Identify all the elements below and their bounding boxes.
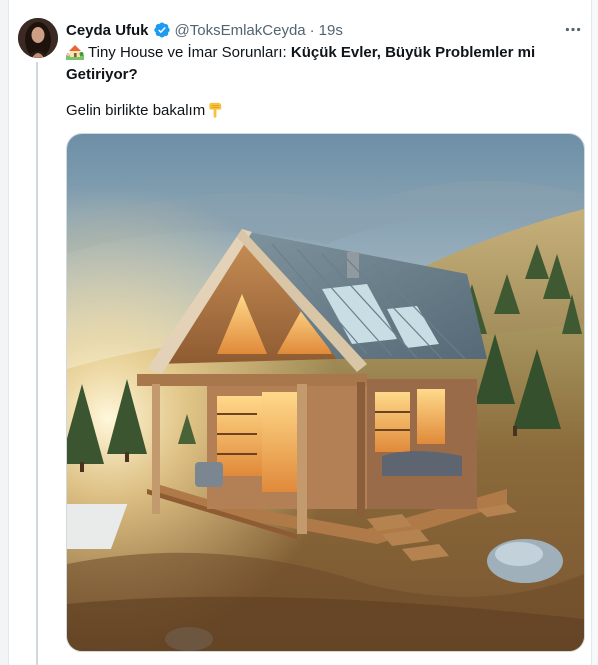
tweet-body-line: Gelin birlikte bakalım — [66, 100, 224, 122]
tweet-title-plain: Tiny House ve İmar Sorunları: — [88, 44, 291, 61]
meta-separator: · — [309, 21, 315, 39]
left-gutter — [0, 0, 9, 665]
tweet-timestamp[interactable]: 19s — [319, 22, 343, 39]
author-display-name[interactable]: Ceyda Ufuk — [66, 22, 149, 39]
top-edge — [0, 0, 598, 8]
house-with-garden-emoji-icon — [66, 42, 84, 60]
right-gutter — [591, 0, 598, 665]
tweet-header: Ceyda Ufuk @ToksEmlakCeyda · 19s — [66, 20, 343, 40]
pointing-down-hand-emoji-icon — [207, 101, 224, 118]
thread-connector-line — [36, 62, 38, 665]
avatar-photo-icon — [18, 18, 58, 58]
tweet-body-text: Gelin birlikte bakalım — [66, 102, 206, 119]
tweet-media-image[interactable] — [66, 133, 585, 652]
more-options-icon[interactable] — [560, 18, 586, 40]
author-handle[interactable]: @ToksEmlakCeyda — [175, 22, 306, 39]
verified-badge-icon[interactable] — [153, 21, 171, 39]
tweet-title-line1: Tiny House ve İmar Sorunları: Küçük Evle… — [66, 42, 556, 64]
tweet-text: Tiny House ve İmar Sorunları: Küçük Evle… — [66, 42, 556, 86]
tweet-title-bold-2: Getiriyor? — [66, 66, 138, 83]
tiny-house-illustration — [67, 134, 584, 651]
tweet-title-bold-1: Küçük Evler, Büyük Problemler mi — [290, 44, 536, 61]
avatar[interactable] — [18, 18, 58, 58]
